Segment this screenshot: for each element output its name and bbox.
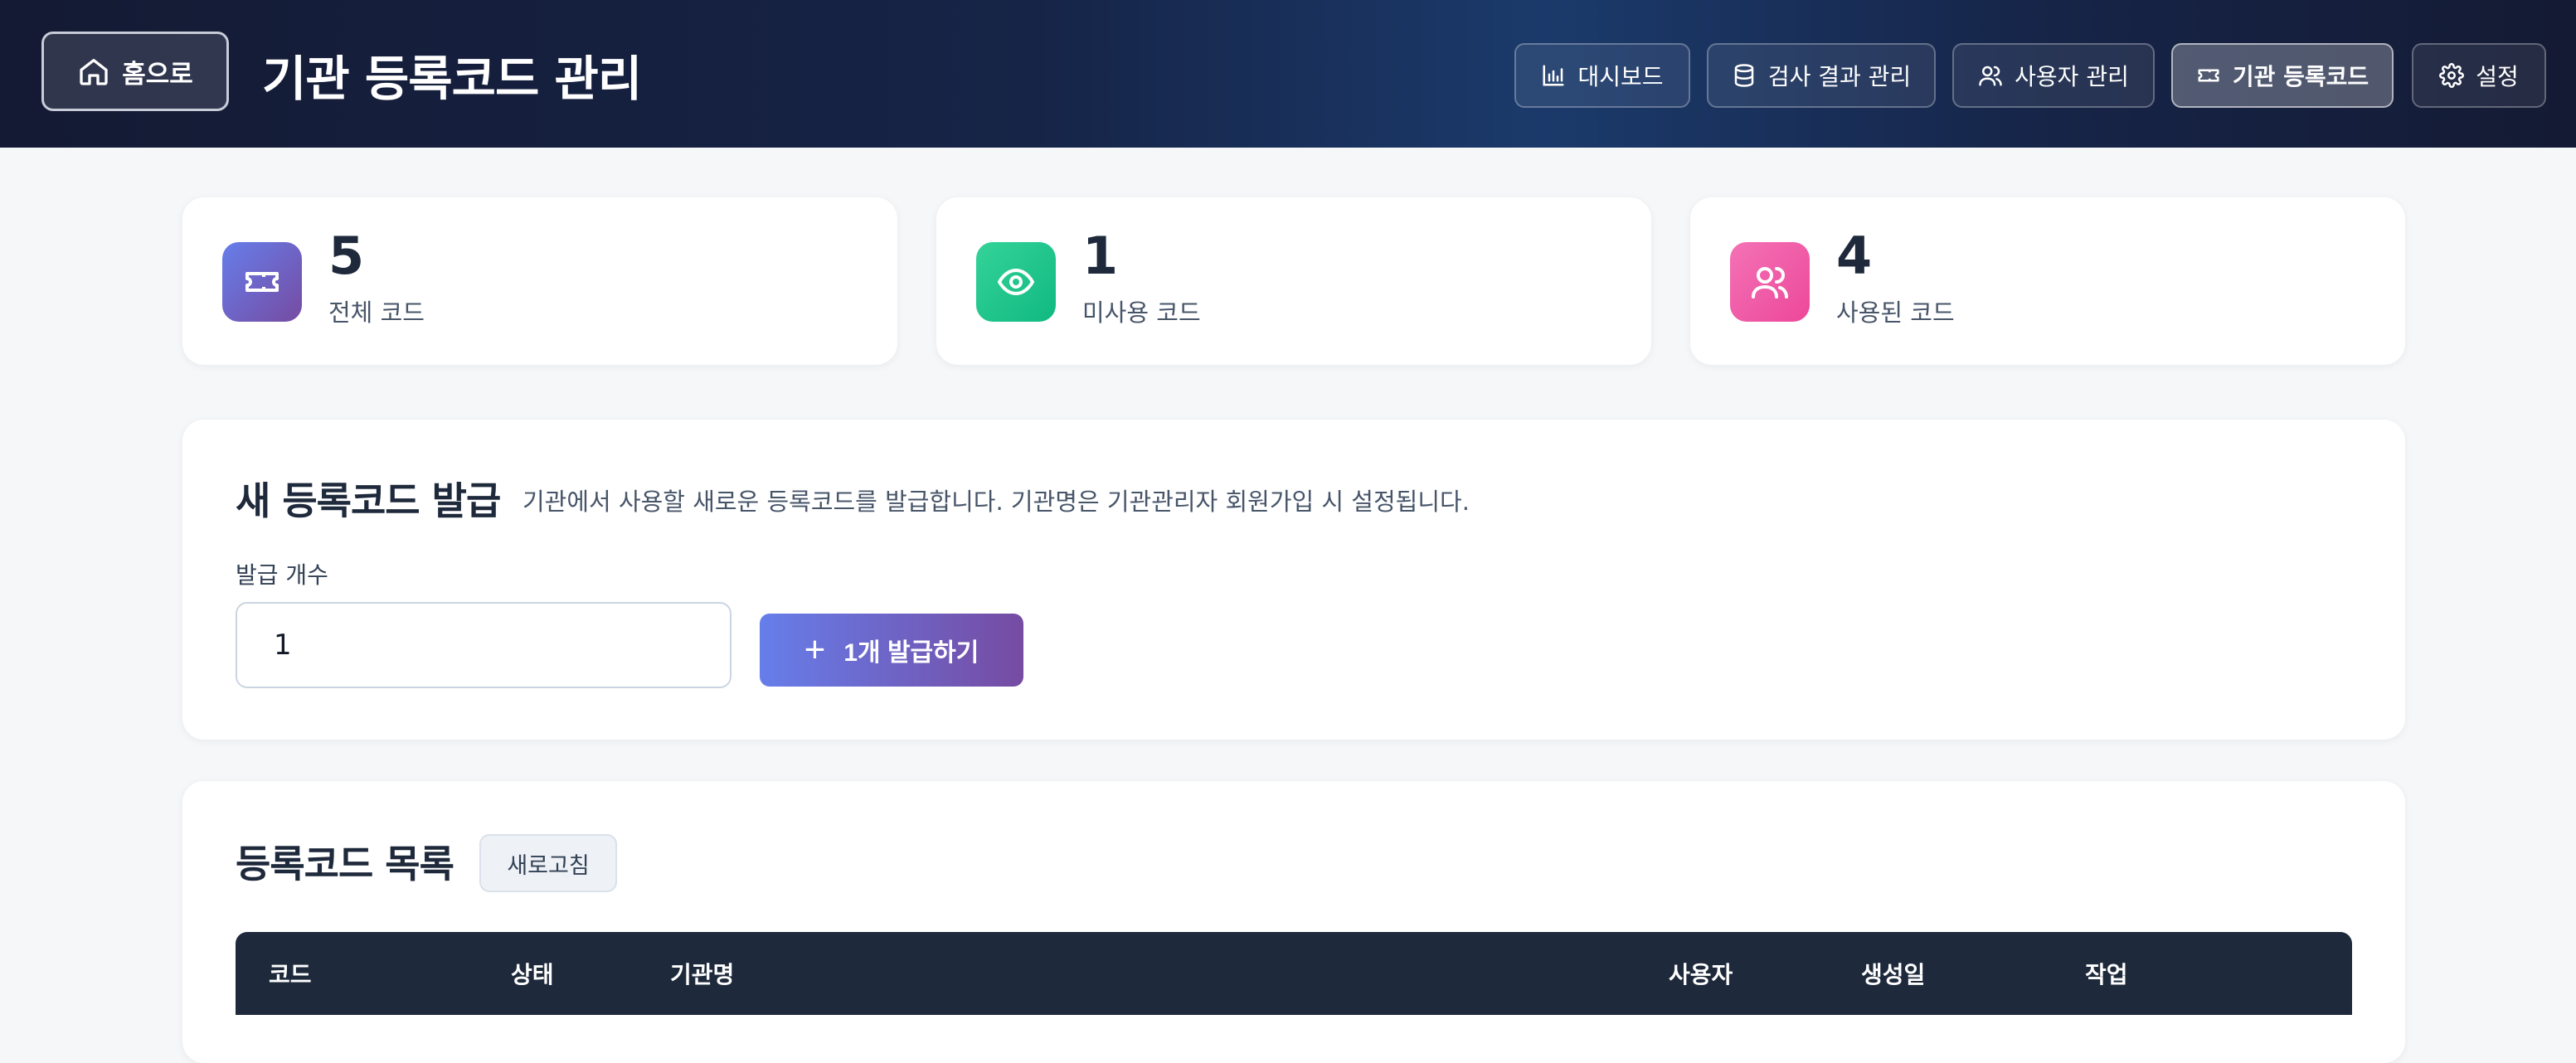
stat-icon-total <box>222 242 302 322</box>
code-list-section: 등록코드 목록 새로고침 코드 상태 기관명 사용자 생성일 작업 <box>182 781 2405 1063</box>
home-button-label: 홈으로 <box>122 59 193 90</box>
ticket-icon <box>2198 69 2219 82</box>
plus-icon: + <box>804 629 826 670</box>
stat-label-used: 사용된 코드 <box>1836 299 1955 327</box>
column-header-status[interactable]: 상태 <box>511 957 554 990</box>
stat-value-unused: 1 <box>1082 226 1119 286</box>
stat-label-unused: 미사용 코드 <box>1082 299 1201 327</box>
nav-user-management-label: 사용자 관리 <box>2015 63 2129 90</box>
stat-value-total: 5 <box>328 226 365 286</box>
nav-test-results-label: 검사 결과 관리 <box>1767 63 1912 90</box>
quantity-label: 발급 개수 <box>236 561 328 589</box>
ticket-icon <box>245 272 279 292</box>
bar-chart-icon <box>1543 65 1564 86</box>
column-header-user[interactable]: 사용자 <box>1669 957 1733 990</box>
code-list-title: 등록코드 목록 <box>236 842 454 886</box>
nav-user-management[interactable]: 사용자 관리 <box>1952 43 2155 108</box>
stat-card-total: 5 전체 코드 <box>182 197 897 365</box>
users-icon <box>1979 66 2002 86</box>
column-header-code[interactable]: 코드 <box>269 957 312 990</box>
users-icon <box>1752 267 1788 299</box>
nav-settings[interactable]: 설정 <box>2412 43 2546 108</box>
top-header: 홈으로 기관 등록코드 관리 대시보드 검사 결과 관리 사용자 관리 기관 등… <box>0 0 2576 148</box>
issue-section-title: 새 등록코드 발급 <box>236 478 501 523</box>
stat-icon-used <box>1730 242 1810 322</box>
stat-card-used: 4 사용된 코드 <box>1690 197 2405 365</box>
column-header-institution-name[interactable]: 기관명 <box>670 957 734 990</box>
stat-icon-unused <box>976 242 1056 322</box>
nav-registration-codes[interactable]: 기관 등록코드 <box>2171 43 2394 108</box>
nav-dashboard-label: 대시보드 <box>1577 63 1664 90</box>
column-header-actions[interactable]: 작업 <box>2085 957 2128 990</box>
home-button[interactable]: 홈으로 <box>41 32 229 111</box>
issue-codes-button-label: 1개 발급하기 <box>843 639 979 667</box>
stat-label-total: 전체 코드 <box>328 299 425 327</box>
stat-card-unused: 1 미사용 코드 <box>936 197 1651 365</box>
nav-test-results[interactable]: 검사 결과 관리 <box>1707 43 1936 108</box>
nav-registration-codes-label: 기관 등록코드 <box>2232 63 2369 90</box>
nav-dashboard[interactable]: 대시보드 <box>1514 43 1690 108</box>
quantity-input[interactable] <box>236 602 731 688</box>
gear-icon <box>2439 63 2465 88</box>
issue-section-description: 기관에서 사용할 새로운 등록코드를 발급합니다. 기관명은 기관관리자 회원가… <box>522 488 1470 516</box>
issue-codes-button[interactable]: + 1개 발급하기 <box>760 614 1023 687</box>
nav-settings-label: 설정 <box>2476 63 2519 90</box>
issue-code-section: 새 등록코드 발급 기관에서 사용할 새로운 등록코드를 발급합니다. 기관명은… <box>182 420 2405 740</box>
table-header: 코드 상태 기관명 사용자 생성일 작업 <box>236 932 2352 1015</box>
home-icon <box>80 59 108 85</box>
eye-icon <box>997 268 1035 296</box>
refresh-button[interactable]: 새로고침 <box>479 834 617 892</box>
database-icon <box>1734 64 1754 87</box>
page-title: 기관 등록코드 관리 <box>262 51 642 107</box>
column-header-created-date[interactable]: 생성일 <box>1861 957 1925 990</box>
stat-value-used: 4 <box>1836 226 1873 286</box>
